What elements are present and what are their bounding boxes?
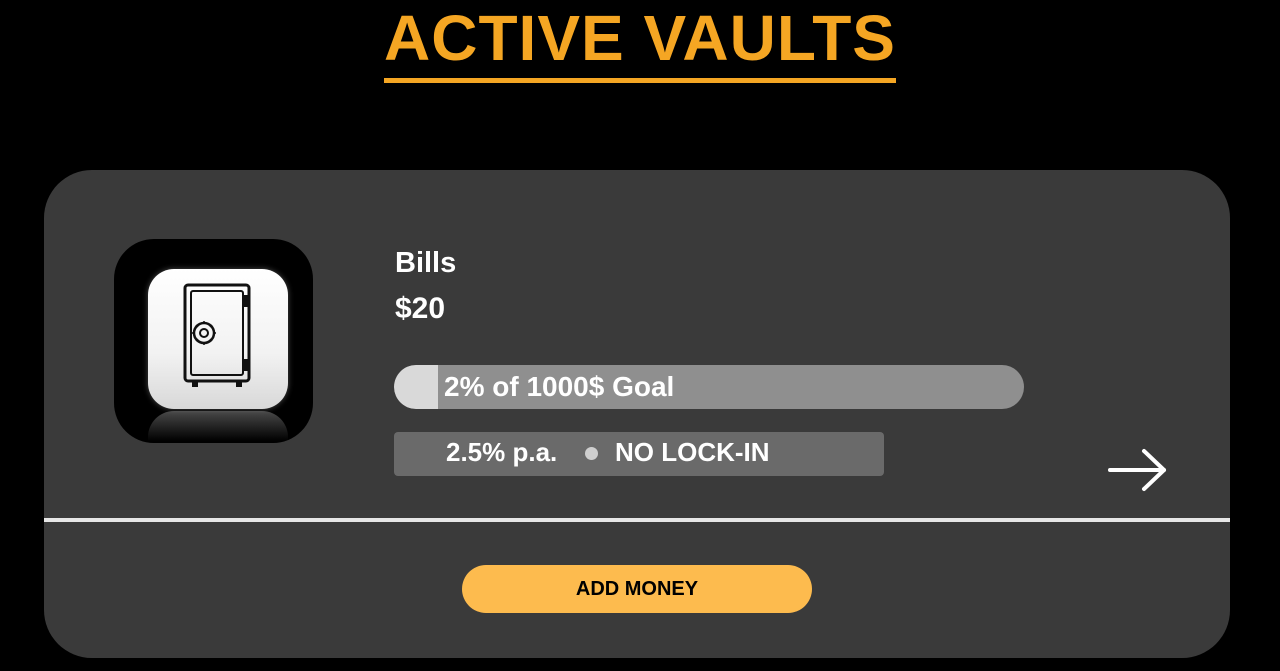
- safe-icon: [114, 239, 313, 443]
- goal-progress-text: 2% of 1000$ Goal: [444, 371, 675, 402]
- safe-icon-reflection: [148, 411, 288, 441]
- vault-name: Bills: [395, 247, 457, 279]
- vault-amount: $20: [395, 292, 446, 325]
- page-title-text: ACTIVE VAULTS: [384, 2, 896, 83]
- separator-dot-icon: [585, 447, 598, 460]
- goal-progress-fill: [394, 365, 439, 409]
- lock-in-status: NO LOCK-IN: [615, 437, 770, 467]
- vaults-page: ACTIVE VAULTS Bills $20 2% of 1000$ Goal…: [0, 0, 1280, 671]
- vault-terms-badge: 2.5% p.a. NO LOCK-IN: [394, 432, 884, 476]
- goal-progress-bar: 2% of 1000$ Goal: [394, 365, 1024, 409]
- interest-rate: 2.5% p.a.: [446, 437, 558, 467]
- page-title: ACTIVE VAULTS: [0, 2, 1280, 83]
- add-money-button[interactable]: ADD MONEY: [462, 565, 812, 613]
- vault-card[interactable]: Bills $20 2% of 1000$ Goal 2.5% p.a. NO …: [44, 170, 1230, 658]
- arrow-right-icon[interactable]: [1106, 446, 1170, 494]
- card-divider: [44, 518, 1230, 522]
- safe-glyph: [183, 283, 251, 387]
- safe-icon-tile: [148, 269, 288, 409]
